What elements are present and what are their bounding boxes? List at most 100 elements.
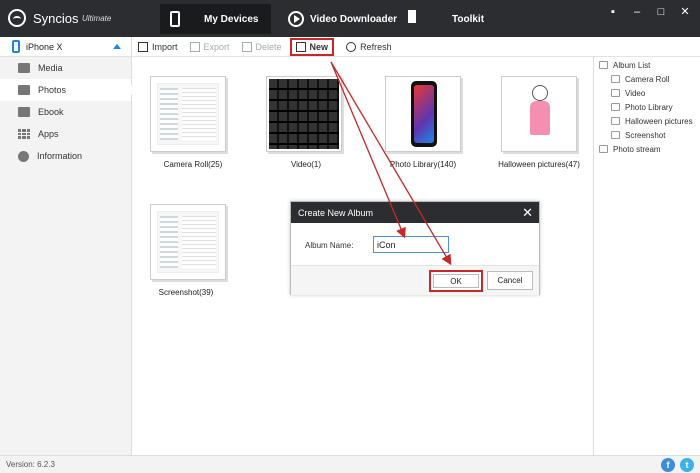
camera-icon (611, 75, 620, 83)
create-album-dialog: Create New Album ✕ Album Name: OK Cancel (290, 201, 540, 295)
trash-icon (241, 41, 252, 52)
album-thumbnail[interactable] (501, 76, 577, 152)
new-album-button[interactable]: New (289, 37, 335, 56)
album-thumbnail[interactable] (150, 76, 226, 152)
version-label: Version: 6.2.3 (6, 460, 55, 469)
album-thumbnail[interactable] (385, 76, 461, 152)
tab-toolkit[interactable]: Toolkit (408, 4, 488, 34)
album-camera-roll[interactable]: Camera Roll(25) (148, 76, 238, 169)
play-icon (288, 11, 304, 27)
close-icon[interactable]: ✕ (678, 5, 692, 19)
window-controls: ▪ – □ ✕ (606, 5, 692, 19)
app-name: Syncios (33, 11, 79, 26)
twitter-icon[interactable]: t (680, 458, 694, 472)
ok-button[interactable]: OK (429, 270, 483, 292)
export-button[interactable]: Export (189, 38, 230, 56)
cancel-button[interactable]: Cancel (487, 271, 533, 290)
title-bar: Syncios Ultimate My Devices Video Downlo… (0, 0, 700, 37)
album-folder-icon (599, 61, 608, 69)
refresh-button[interactable]: Refresh (346, 38, 392, 56)
album-screenshot[interactable]: Screenshot(39) (146, 204, 226, 297)
tree-item-video[interactable]: Video (594, 86, 700, 100)
album-thumbnail[interactable] (266, 76, 342, 152)
album-label: Video(1) (290, 160, 322, 169)
sidebar-item-label: Ebook (38, 107, 64, 117)
sidebar-item-photos[interactable]: Photos (0, 79, 132, 101)
album-label: Camera Roll(25) (163, 160, 223, 169)
tab-my-devices[interactable]: My Devices (160, 4, 271, 34)
tab-label: My Devices (204, 13, 259, 25)
device-name: iPhone X (26, 41, 63, 52)
sidebar-item-ebook[interactable]: Ebook (0, 101, 131, 123)
export-label: Export (203, 41, 230, 52)
sidebar-item-label: Media (38, 63, 63, 73)
sidebar-item-label: Information (37, 151, 83, 161)
delete-button[interactable]: Delete (241, 38, 282, 56)
sidebar-item-label: Apps (38, 129, 59, 139)
sidebar-item-apps[interactable]: Apps (0, 123, 131, 145)
media-icon (18, 63, 30, 73)
photos-icon (18, 85, 30, 95)
album-name-input[interactable] (373, 236, 449, 253)
album-video[interactable]: Video(1) (266, 76, 346, 169)
tree-item-photo-stream[interactable]: Photo stream (594, 142, 700, 156)
tab-label: Toolkit (452, 13, 485, 25)
tree-label: Album List (613, 60, 651, 70)
phone-icon (12, 40, 20, 53)
refresh-icon (346, 41, 357, 52)
album-name-label: Album Name: (305, 241, 354, 250)
import-icon (138, 41, 148, 52)
album-photo-library[interactable]: Photo Library(140) (380, 76, 466, 169)
maximize-icon[interactable]: □ (654, 5, 668, 19)
status-bar: Version: 6.2.3 f t (0, 455, 700, 473)
album-label: Screenshot(39) (158, 288, 214, 297)
dialog-title: Create New Album (298, 207, 374, 218)
tree-label: Halloween pictures (625, 116, 693, 126)
minimize-icon[interactable]: – (630, 5, 644, 19)
new-album-icon (295, 41, 306, 52)
photo-stream-icon (599, 145, 608, 153)
sidebar-item-media[interactable]: Media (0, 57, 131, 79)
sidebar-item-label: Photos (38, 85, 67, 95)
photo-icon (611, 103, 620, 111)
facebook-icon[interactable]: f (661, 458, 675, 472)
info-icon (18, 150, 29, 162)
sidebar: iPhone X Media Photos Ebook Apps Informa… (0, 37, 132, 455)
tree-item-camera-roll[interactable]: Camera Roll (594, 72, 700, 86)
menu-icon[interactable]: ▪ (606, 5, 620, 19)
tree-label: Camera Roll (625, 74, 670, 84)
tab-label: Video Downloader (310, 13, 398, 25)
device-selector[interactable]: iPhone X (0, 37, 131, 57)
screenshot-thumbnail-image (157, 211, 219, 273)
export-icon (189, 41, 200, 52)
drawing-thumbnail-image (526, 85, 554, 145)
tree-label: Photo Library (625, 102, 673, 112)
new-label: New (309, 41, 329, 52)
refresh-label: Refresh (360, 41, 392, 52)
apps-icon (18, 129, 30, 139)
video-icon (611, 89, 620, 97)
ebook-icon (18, 107, 30, 117)
photo-icon (611, 117, 620, 125)
delete-label: Delete (255, 41, 282, 52)
tree-item-photo-library[interactable]: Photo Library (594, 100, 700, 114)
iphone-thumbnail-image (411, 81, 437, 147)
album-label: Halloween pictures(47) (498, 160, 580, 169)
tree-label: Screenshot (625, 130, 666, 140)
app-edition: Ultimate (82, 14, 112, 23)
grid-icon (408, 10, 424, 27)
phone-icon (170, 11, 180, 27)
tree-item-halloween-pictures[interactable]: Halloween pictures (594, 114, 700, 128)
import-label: Import (152, 41, 178, 52)
tree-item-screenshot[interactable]: Screenshot (594, 128, 700, 142)
photo-icon (611, 131, 620, 139)
album-thumbnail[interactable] (150, 204, 226, 280)
sidebar-item-information[interactable]: Information (0, 145, 131, 167)
album-halloween-pictures[interactable]: Halloween pictures(47) (496, 76, 582, 169)
tab-video-downloader[interactable]: Video Downloader (288, 4, 398, 34)
toolbar: Import Export Delete New Refresh (132, 37, 700, 57)
tree-root-album-list[interactable]: Album List (594, 58, 700, 72)
eject-icon[interactable] (113, 44, 121, 49)
close-icon[interactable]: ✕ (522, 206, 533, 219)
import-button[interactable]: Import (138, 38, 178, 56)
